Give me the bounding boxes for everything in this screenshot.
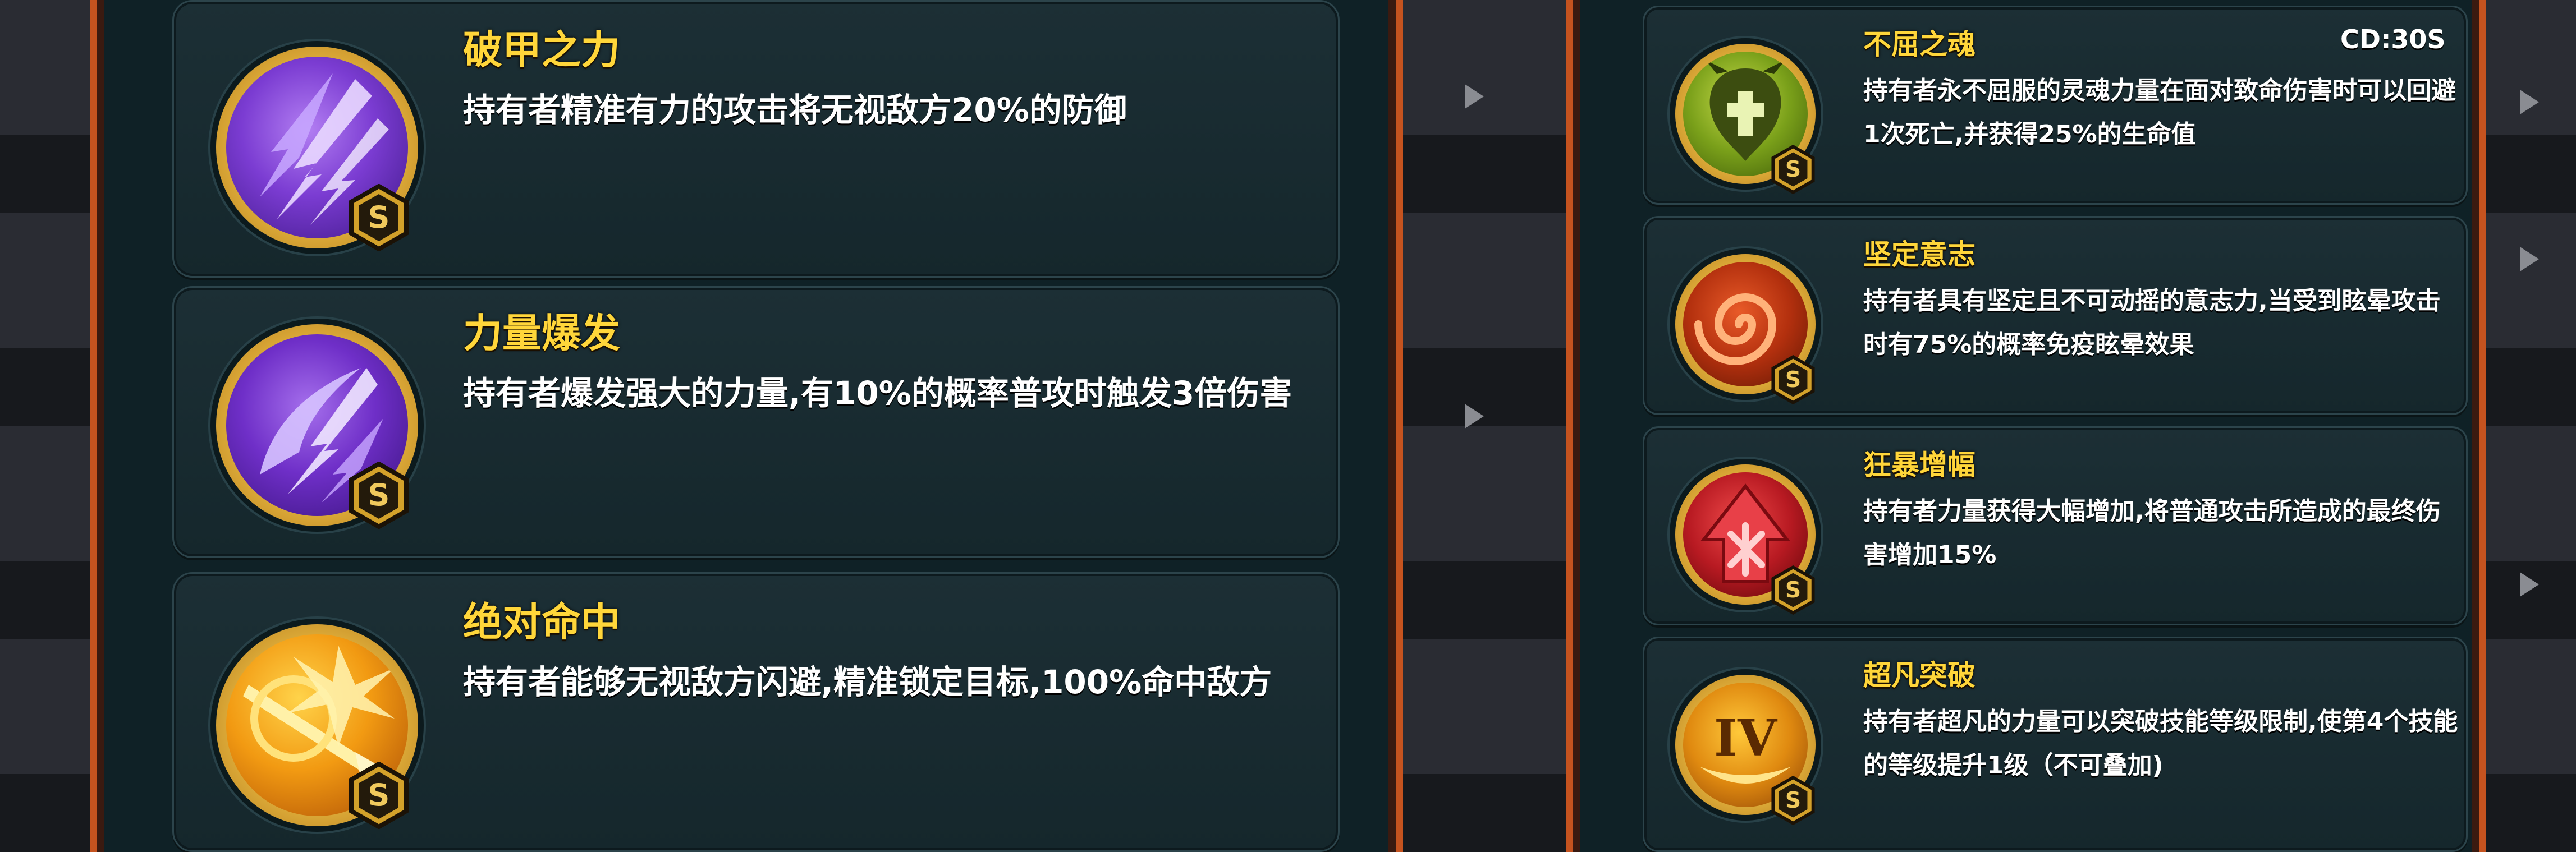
- skill-description: 持有者超凡的力量可以突破技能等级限制,使第4个技能的等级提升1级（不可叠加): [1863, 707, 2458, 780]
- skill-description: 持有者具有坚定且不可动摇的意志力,当受到眩晕攻击时有75%的概率免疫眩晕效果: [1863, 287, 2441, 359]
- svg-text:S: S: [1785, 578, 1801, 603]
- background-strip-left: [0, 0, 90, 852]
- skill-description: 持有者永不屈服的灵魂力量在面对致命伤害时可以回避1次死亡,并获得25%的生命值: [1863, 76, 2456, 149]
- skill-description: 持有者能够无视敌方闪避,精准锁定目标,100%命中敌方: [463, 663, 1272, 701]
- svg-text:S: S: [368, 200, 390, 235]
- rank-s-badge: S: [349, 462, 409, 529]
- svg-text:S: S: [1785, 788, 1801, 813]
- skill-description: 持有者力量获得大幅增加,将普通攻击所造成的最终伤害增加15%: [1863, 497, 2441, 569]
- svg-text:IV: IV: [1714, 708, 1778, 768]
- skill-card[interactable]: S 狂暴增幅 持有者力量获得大幅增加,将普通攻击所造成的最终伤害增加15%: [1643, 426, 2468, 625]
- skill-card[interactable]: S 坚定意志 持有者具有坚定且不可动摇的意志力,当受到眩晕攻击时有75%的概率免…: [1643, 216, 2468, 415]
- skill-card[interactable]: S 破甲之力 持有者精准有力的攻击将无视敌方20%的防御: [172, 0, 1340, 278]
- skill-card[interactable]: S 力量爆发 持有者爆发强大的力量,有10%的概率普攻时触发3倍伤害: [172, 286, 1340, 558]
- skill-panel-left: S 破甲之力 持有者精准有力的攻击将无视敌方20%的防御 S 力量爆发 持有者爆: [90, 0, 1403, 852]
- skill-card[interactable]: S 绝对命中 持有者能够无视敌方闪避,精准锁定目标,100%命中敌方: [172, 572, 1340, 852]
- skill-card[interactable]: S 不屈之魂 CD:30S 持有者永不屈服的灵魂力量在面对致命伤害时可以回避1次…: [1643, 6, 2468, 205]
- svg-text:S: S: [1785, 367, 1801, 393]
- cooldown-label: CD:30S: [2340, 24, 2446, 54]
- skill-card[interactable]: IV S 超凡突破 持有者超凡的力量可以突破技能等级限制,使第4个技能的等级提升…: [1643, 637, 2468, 852]
- skill-title: 狂暴增幅: [1863, 449, 1975, 481]
- skill-title: 力量爆发: [463, 310, 620, 356]
- rank-s-badge: S: [1771, 355, 1815, 404]
- skill-title: 不屈之魂: [1863, 28, 1975, 61]
- svg-text:S: S: [1785, 157, 1801, 182]
- skill-title: 超凡突破: [1863, 659, 1975, 692]
- svg-text:S: S: [368, 777, 390, 813]
- background-strip-middle: [1403, 0, 1566, 852]
- rank-s-badge: S: [349, 762, 409, 829]
- play-arrow-icon: [2520, 572, 2539, 597]
- background-strip-right: [2486, 0, 2576, 852]
- play-arrow-icon: [2520, 90, 2539, 114]
- play-arrow-icon: [1465, 84, 1484, 109]
- skill-description: 持有者爆发强大的力量,有10%的概率普攻时触发3倍伤害: [463, 374, 1292, 412]
- skill-panel-right: S 不屈之魂 CD:30S 持有者永不屈服的灵魂力量在面对致命伤害时可以回避1次…: [1566, 0, 2486, 852]
- skill-title: 坚定意志: [1863, 238, 1975, 271]
- skill-description: 持有者精准有力的攻击将无视敌方20%的防御: [463, 91, 1127, 129]
- skill-title: 绝对命中: [463, 599, 620, 645]
- play-arrow-icon: [2520, 247, 2539, 271]
- skill-title: 破甲之力: [463, 27, 620, 73]
- rank-s-badge: S: [1771, 776, 1815, 825]
- rank-s-badge: S: [1771, 565, 1815, 615]
- rank-s-badge: S: [1771, 145, 1815, 194]
- svg-text:S: S: [368, 477, 390, 513]
- play-arrow-icon: [1465, 404, 1484, 429]
- rank-s-badge: S: [349, 184, 409, 251]
